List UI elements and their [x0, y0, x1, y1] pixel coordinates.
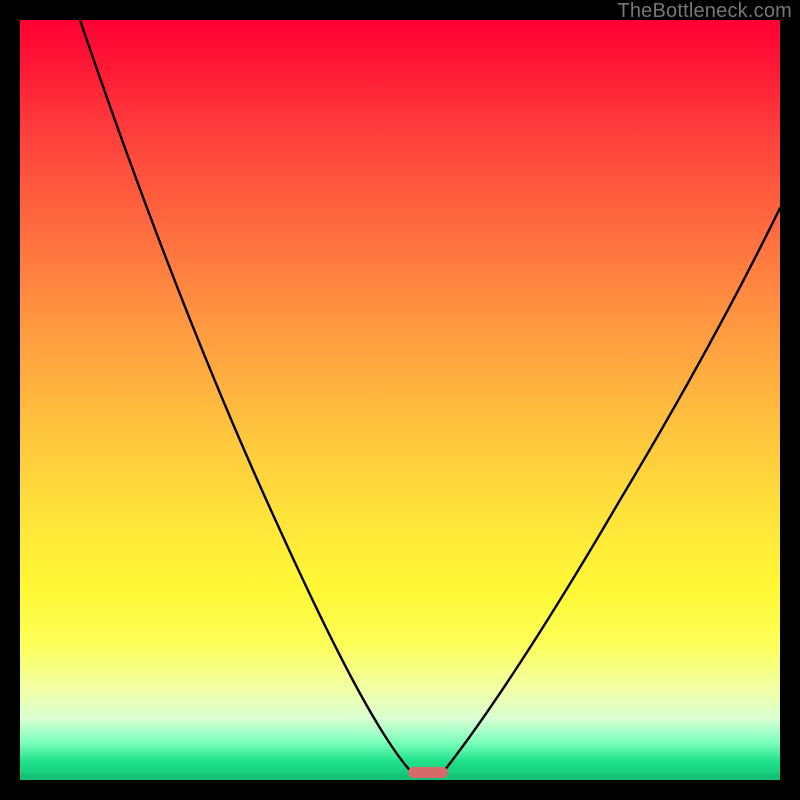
plot-area [20, 20, 780, 780]
optimal-range-marker [408, 767, 448, 778]
baseline-strip [20, 774, 780, 780]
curve-left-branch [80, 20, 415, 776]
chart-frame [17, 17, 783, 783]
curve-right-branch [440, 208, 780, 776]
bottleneck-curve [20, 20, 780, 780]
watermark-text: TheBottleneck.com [617, 0, 792, 23]
